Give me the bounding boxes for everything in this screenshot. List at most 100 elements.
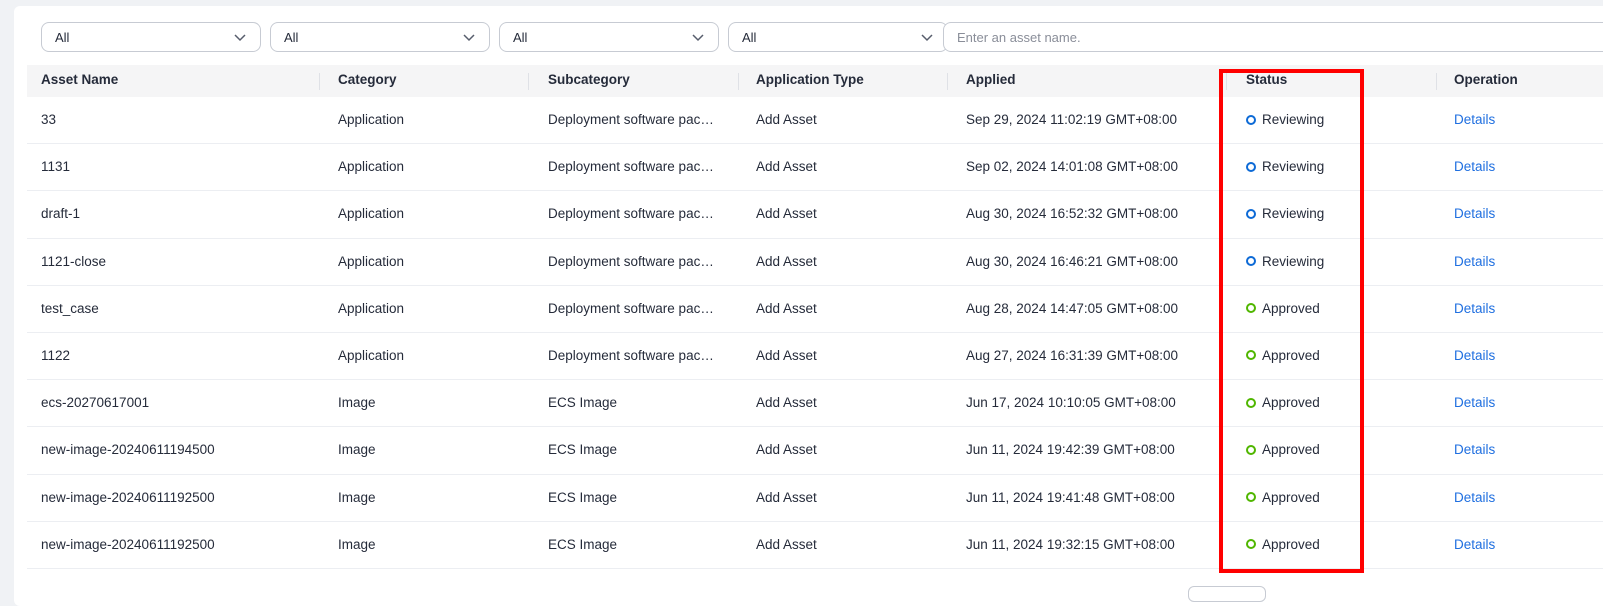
filter-select-1[interactable]: All [41,22,261,52]
details-link[interactable]: Details [1454,159,1495,174]
cell-category: Application [338,347,405,363]
cell-category: Image [338,442,376,458]
column-divider [947,73,948,90]
details-link[interactable]: Details [1454,395,1495,410]
status-reviewing-icon [1246,114,1256,125]
details-link[interactable]: Details [1454,537,1495,552]
details-link[interactable]: Details [1454,301,1495,316]
filter-select-3[interactable]: All [499,22,719,52]
column-header-category: Category [338,72,397,87]
cell-subcategory: ECS Image [548,395,618,411]
column-header-applied: Applied [966,72,1016,87]
chevron-down-icon [692,34,704,42]
status-badge: Approved [1246,427,1320,472]
cell-applied: Jun 17, 2024 10:10:05 GMT+08:00 [966,395,1176,411]
status-badge: Approved [1246,475,1320,520]
filter-select-4-value: All [742,29,757,45]
status-reviewing-icon [1246,256,1256,267]
status-label: Reviewing [1262,159,1325,175]
cell-category: Application [338,300,405,316]
table-row: new-image-20240611194500 Image ECS Image Ad… [27,427,1603,475]
cell-asset-name: ecs-20270617001 [41,395,150,411]
cell-asset-name: draft-1 [41,206,81,222]
cell-subcategory: ECS Image [548,489,618,505]
cell-applied: Aug 30, 2024 16:52:32 GMT+08:00 [966,206,1179,222]
table-row: 33 Application Deployment software package… [27,97,1603,145]
cell-asset-name: 1122 [41,347,71,363]
cell-category: Application [338,159,405,175]
status-approved-icon [1246,397,1256,408]
filter-select-2[interactable]: All [270,22,490,52]
cell-status: Approved [1246,286,1320,333]
cell-application-type: Add Asset [756,300,817,316]
cell-subcategory: ECS Image [548,442,618,458]
status-reviewing-icon [1246,161,1256,172]
column-divider [1226,73,1227,90]
cell-status: Approved [1246,380,1320,427]
chevron-down-icon [921,34,933,42]
status-label: Approved [1262,395,1320,411]
cell-operation: Details [1454,144,1495,191]
cell-category: Image [338,489,376,505]
details-link[interactable]: Details [1454,442,1495,457]
column-divider [528,73,529,90]
cell-asset-name: 33 [41,112,57,127]
cell-application-type: Add Asset [756,112,817,127]
cell-subcategory: Deployment software package [548,159,720,175]
cell-applied: Sep 29, 2024 11:02:19 GMT+08:00 [966,112,1178,127]
cell-subcategory: ECS Image [548,536,618,552]
cell-category: Application [338,206,405,222]
status-label: Approved [1262,300,1320,316]
cell-operation: Details [1454,333,1495,380]
asset-name-search-input[interactable] [943,22,1603,52]
status-badge: Approved [1246,333,1320,378]
cell-application-type: Add Asset [756,536,817,552]
cell-asset-name: new-image-20240611194500 [41,442,215,458]
status-label: Approved [1262,442,1320,458]
table-row: 1122 Application Deployment software packa… [27,333,1603,381]
cell-applied: Aug 27, 2024 16:31:39 GMT+08:00 [966,347,1179,363]
status-badge: Reviewing [1246,239,1324,284]
details-link[interactable]: Details [1454,348,1495,363]
cell-operation: Details [1454,97,1495,144]
table-row: 1131 Application Deployment software packa… [27,144,1603,192]
details-link[interactable]: Details [1454,490,1495,505]
cell-subcategory: Deployment software package [548,253,720,269]
column-divider [738,73,739,90]
cell-asset-name: new-image-20240611192500 [41,536,215,552]
cell-status: Approved [1246,427,1320,474]
details-link[interactable]: Details [1454,206,1495,221]
cell-operation: Details [1454,191,1495,238]
column-header-status: Status [1246,72,1288,87]
status-label: Reviewing [1262,112,1325,127]
table-row: new-image-20240611192500 Image ECS Image Ad… [27,475,1603,522]
column-header-application-type: Application Type [756,72,864,87]
cell-asset-name: new-image-20240611192500 [41,489,215,505]
details-link[interactable]: Details [1454,254,1495,269]
chevron-down-icon [234,34,246,42]
details-link[interactable]: Details [1454,112,1495,127]
cell-operation: Details [1454,380,1495,427]
filter-select-4[interactable]: All [728,22,948,52]
status-label: Approved [1262,536,1320,552]
cell-category: Application [338,112,405,127]
cell-asset-name: test_case [41,300,99,316]
table-row: test_case Application Deployment software … [27,286,1603,333]
cell-application-type: Add Asset [756,206,817,222]
cell-application-type: Add Asset [756,253,817,269]
status-approved-icon [1246,539,1256,550]
status-approved-icon [1246,444,1256,455]
table-header: Asset Name Category Subcategory Applicat… [27,65,1603,97]
cell-category: Application [338,253,405,269]
column-divider [319,73,320,90]
cell-applied: Aug 30, 2024 16:46:21 GMT+08:00 [966,253,1179,269]
cell-applied: Jun 11, 2024 19:32:15 GMT+08:00 [966,536,1175,552]
filter-bar: All All All All [27,22,1603,52]
cell-asset-name: 1121-close [41,253,107,269]
cell-operation: Details [1454,522,1495,569]
status-badge: Approved [1246,522,1320,567]
pagination-control[interactable] [1188,586,1266,602]
status-badge: Approved [1246,286,1320,331]
status-badge: Reviewing [1246,191,1324,236]
status-label: Approved [1262,347,1320,363]
